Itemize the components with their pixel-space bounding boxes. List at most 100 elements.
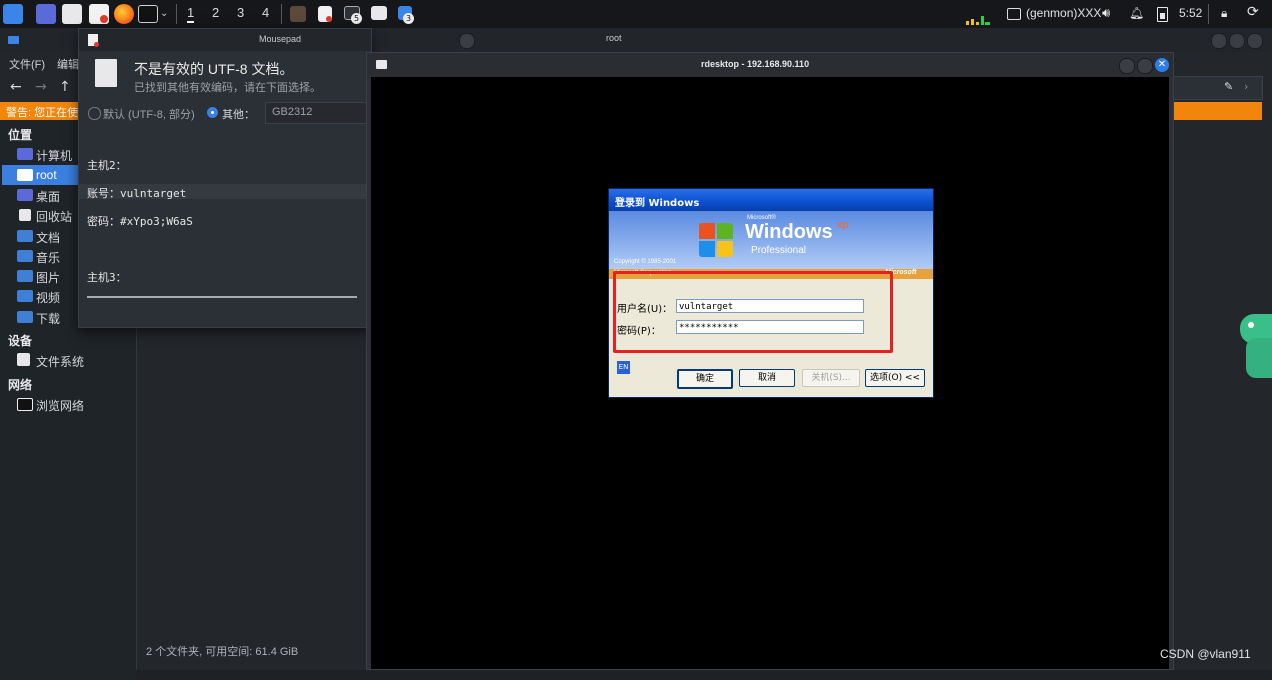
window-button-mousepad[interactable] bbox=[318, 6, 332, 22]
notification-bell-icon[interactable]: 🔔︎ bbox=[1129, 6, 1144, 20]
horizontal-scrollbar[interactable] bbox=[87, 296, 357, 298]
folder-icon bbox=[17, 250, 33, 262]
windows-flag-icon bbox=[699, 223, 735, 259]
clock[interactable]: 5:52 bbox=[1179, 6, 1202, 20]
brand-xp: xp bbox=[837, 219, 849, 231]
menu-file[interactable]: 文件(F) bbox=[9, 56, 45, 72]
home-folder-icon bbox=[17, 169, 33, 181]
workspace-4[interactable]: 4 bbox=[262, 5, 269, 20]
sidebar-label: root bbox=[36, 168, 57, 182]
sidebar-label: 图片 bbox=[36, 271, 61, 285]
brand-edition: Professional bbox=[751, 245, 807, 256]
lock-icon[interactable]: 🔒︎ bbox=[1221, 6, 1227, 21]
ok-button[interactable]: 确定 bbox=[677, 369, 733, 389]
warning-text: 警告: 您正在使 bbox=[6, 107, 79, 119]
mousepad-titlebar: Mousepad bbox=[79, 29, 475, 51]
separator bbox=[281, 4, 282, 24]
cancel-button[interactable]: 取消 bbox=[739, 369, 795, 387]
close-button[interactable] bbox=[1247, 33, 1263, 49]
monitor-icon bbox=[1007, 8, 1021, 20]
download-folder-icon bbox=[17, 311, 33, 323]
terminal-icon[interactable] bbox=[138, 5, 158, 23]
highlight-annotation bbox=[613, 271, 893, 353]
volume-icon[interactable]: 🔊︎ bbox=[1102, 6, 1110, 21]
computer-icon bbox=[17, 148, 33, 160]
radio-default[interactable] bbox=[88, 107, 101, 120]
sidebar-label: 浏览网络 bbox=[36, 399, 85, 413]
forward-arrow-icon[interactable]: → bbox=[35, 79, 47, 95]
document-icon bbox=[95, 59, 117, 87]
workspace-1[interactable]: 1 bbox=[187, 5, 195, 23]
radio-other[interactable] bbox=[207, 107, 218, 118]
text-editor-icon[interactable] bbox=[89, 4, 109, 24]
editor-line-password: 密码：#xYpo3;W6aS bbox=[87, 215, 193, 228]
up-arrow-icon[interactable]: ↑ bbox=[59, 79, 71, 95]
genmon-label[interactable]: (genmon)XXX bbox=[1026, 6, 1101, 20]
window-count-badge: 5 bbox=[351, 13, 362, 24]
sidebar-label: 音乐 bbox=[36, 251, 61, 265]
chevron-right-icon[interactable]: › bbox=[1244, 80, 1248, 93]
devices-heading: 设备 bbox=[8, 334, 33, 348]
back-arrow-icon[interactable]: ← bbox=[10, 79, 22, 95]
rdesktop-title: rdesktop - 192.168.90.110 bbox=[701, 59, 810, 69]
maximize-button[interactable] bbox=[1229, 33, 1245, 49]
shutdown-button[interactable]: 关机(S)... bbox=[802, 369, 860, 387]
network-icon bbox=[17, 398, 33, 411]
workspace-3[interactable]: 3 bbox=[237, 5, 244, 20]
sidebar-item-browse-network[interactable]: 浏览网络 bbox=[2, 394, 134, 414]
trash-icon bbox=[19, 209, 31, 221]
network-graph-icon bbox=[966, 15, 990, 25]
separator bbox=[176, 4, 177, 24]
desktop-icon bbox=[17, 189, 33, 201]
battery-icon[interactable] bbox=[1157, 7, 1168, 22]
radio-other-label: 其他： bbox=[222, 109, 255, 121]
folder-icon bbox=[17, 230, 33, 242]
editor-area[interactable]: 主机2： 账号：vulntarget 密码：#xYpo3;W6aS 主机3： bbox=[79, 129, 371, 327]
sidebar-label: 文档 bbox=[36, 231, 61, 245]
window-button-app[interactable] bbox=[290, 6, 306, 22]
network-heading: 网络 bbox=[8, 378, 33, 392]
folder-icon bbox=[17, 290, 33, 302]
status-bar: 2 个文件夹, 可用空间: 61.4 GiB bbox=[146, 646, 299, 658]
logout-icon[interactable]: ⟳ bbox=[1247, 4, 1259, 20]
chevron-down-icon[interactable]: ⌄ bbox=[160, 8, 168, 19]
file-manager-icon[interactable] bbox=[62, 4, 82, 24]
sidebar-label: 回收站 bbox=[36, 210, 73, 224]
path-bar[interactable]: ✎ › bbox=[1173, 76, 1263, 100]
drive-icon bbox=[17, 353, 30, 366]
language-indicator[interactable]: EN bbox=[617, 361, 630, 374]
workspace-2[interactable]: 2 bbox=[212, 5, 219, 20]
minimize-button[interactable] bbox=[1119, 58, 1135, 74]
encoding-select[interactable]: GB2312 bbox=[265, 102, 373, 124]
brand-windows: Windows bbox=[745, 221, 833, 243]
minimize-button[interactable] bbox=[459, 33, 475, 49]
fm-title: root bbox=[606, 33, 622, 43]
minimize-button[interactable] bbox=[1211, 33, 1227, 49]
sidebar-item-filesystem[interactable]: 文件系统 bbox=[2, 350, 134, 370]
folder-icon bbox=[8, 36, 19, 44]
rdesktop-app-icon bbox=[376, 60, 387, 69]
encoding-notice-subtitle: 已找到其他有效编码，请在下面选择。 bbox=[134, 82, 321, 94]
menu-edit[interactable]: 编辑 bbox=[57, 56, 79, 72]
sidebar-label: 计算机 bbox=[36, 149, 73, 163]
options-button[interactable]: 选项(O) << bbox=[865, 369, 925, 387]
encoding-value: GB2312 bbox=[272, 106, 313, 118]
copyright: Copyright © 1985-2001 bbox=[614, 259, 677, 265]
window-button-rdesktop[interactable] bbox=[371, 6, 387, 20]
editor-line-host2: 主机2： bbox=[87, 159, 127, 172]
maximize-button[interactable] bbox=[1137, 58, 1153, 74]
encoding-notice-title: 不是有效的 UTF-8 文档。 bbox=[134, 61, 294, 77]
close-icon[interactable]: ✕ bbox=[1155, 58, 1169, 72]
xp-login-dialog: 登录到 Windows Microsoft® Windows xp Profes… bbox=[608, 188, 934, 398]
desktop-icon[interactable] bbox=[36, 4, 56, 24]
kali-menu-icon[interactable] bbox=[3, 4, 23, 24]
top-panel: ⌄ 1 2 3 4 5 3 (genmon)XXX 🔊︎ 🔔︎ 5:52 🔒︎ … bbox=[0, 0, 1272, 29]
window-count-badge: 3 bbox=[403, 13, 414, 24]
edit-pencil-icon[interactable]: ✎ bbox=[1224, 80, 1233, 93]
radio-default-label: 默认 (UTF-8, 部分) bbox=[103, 109, 195, 121]
firefox-icon[interactable] bbox=[114, 4, 134, 24]
places-heading: 位置 bbox=[8, 128, 33, 142]
editor-line-account: 账号：vulntarget bbox=[87, 187, 187, 200]
editor-line-host3: 主机3： bbox=[87, 271, 127, 284]
xp-dialog-title: 登录到 Windows bbox=[615, 198, 700, 209]
